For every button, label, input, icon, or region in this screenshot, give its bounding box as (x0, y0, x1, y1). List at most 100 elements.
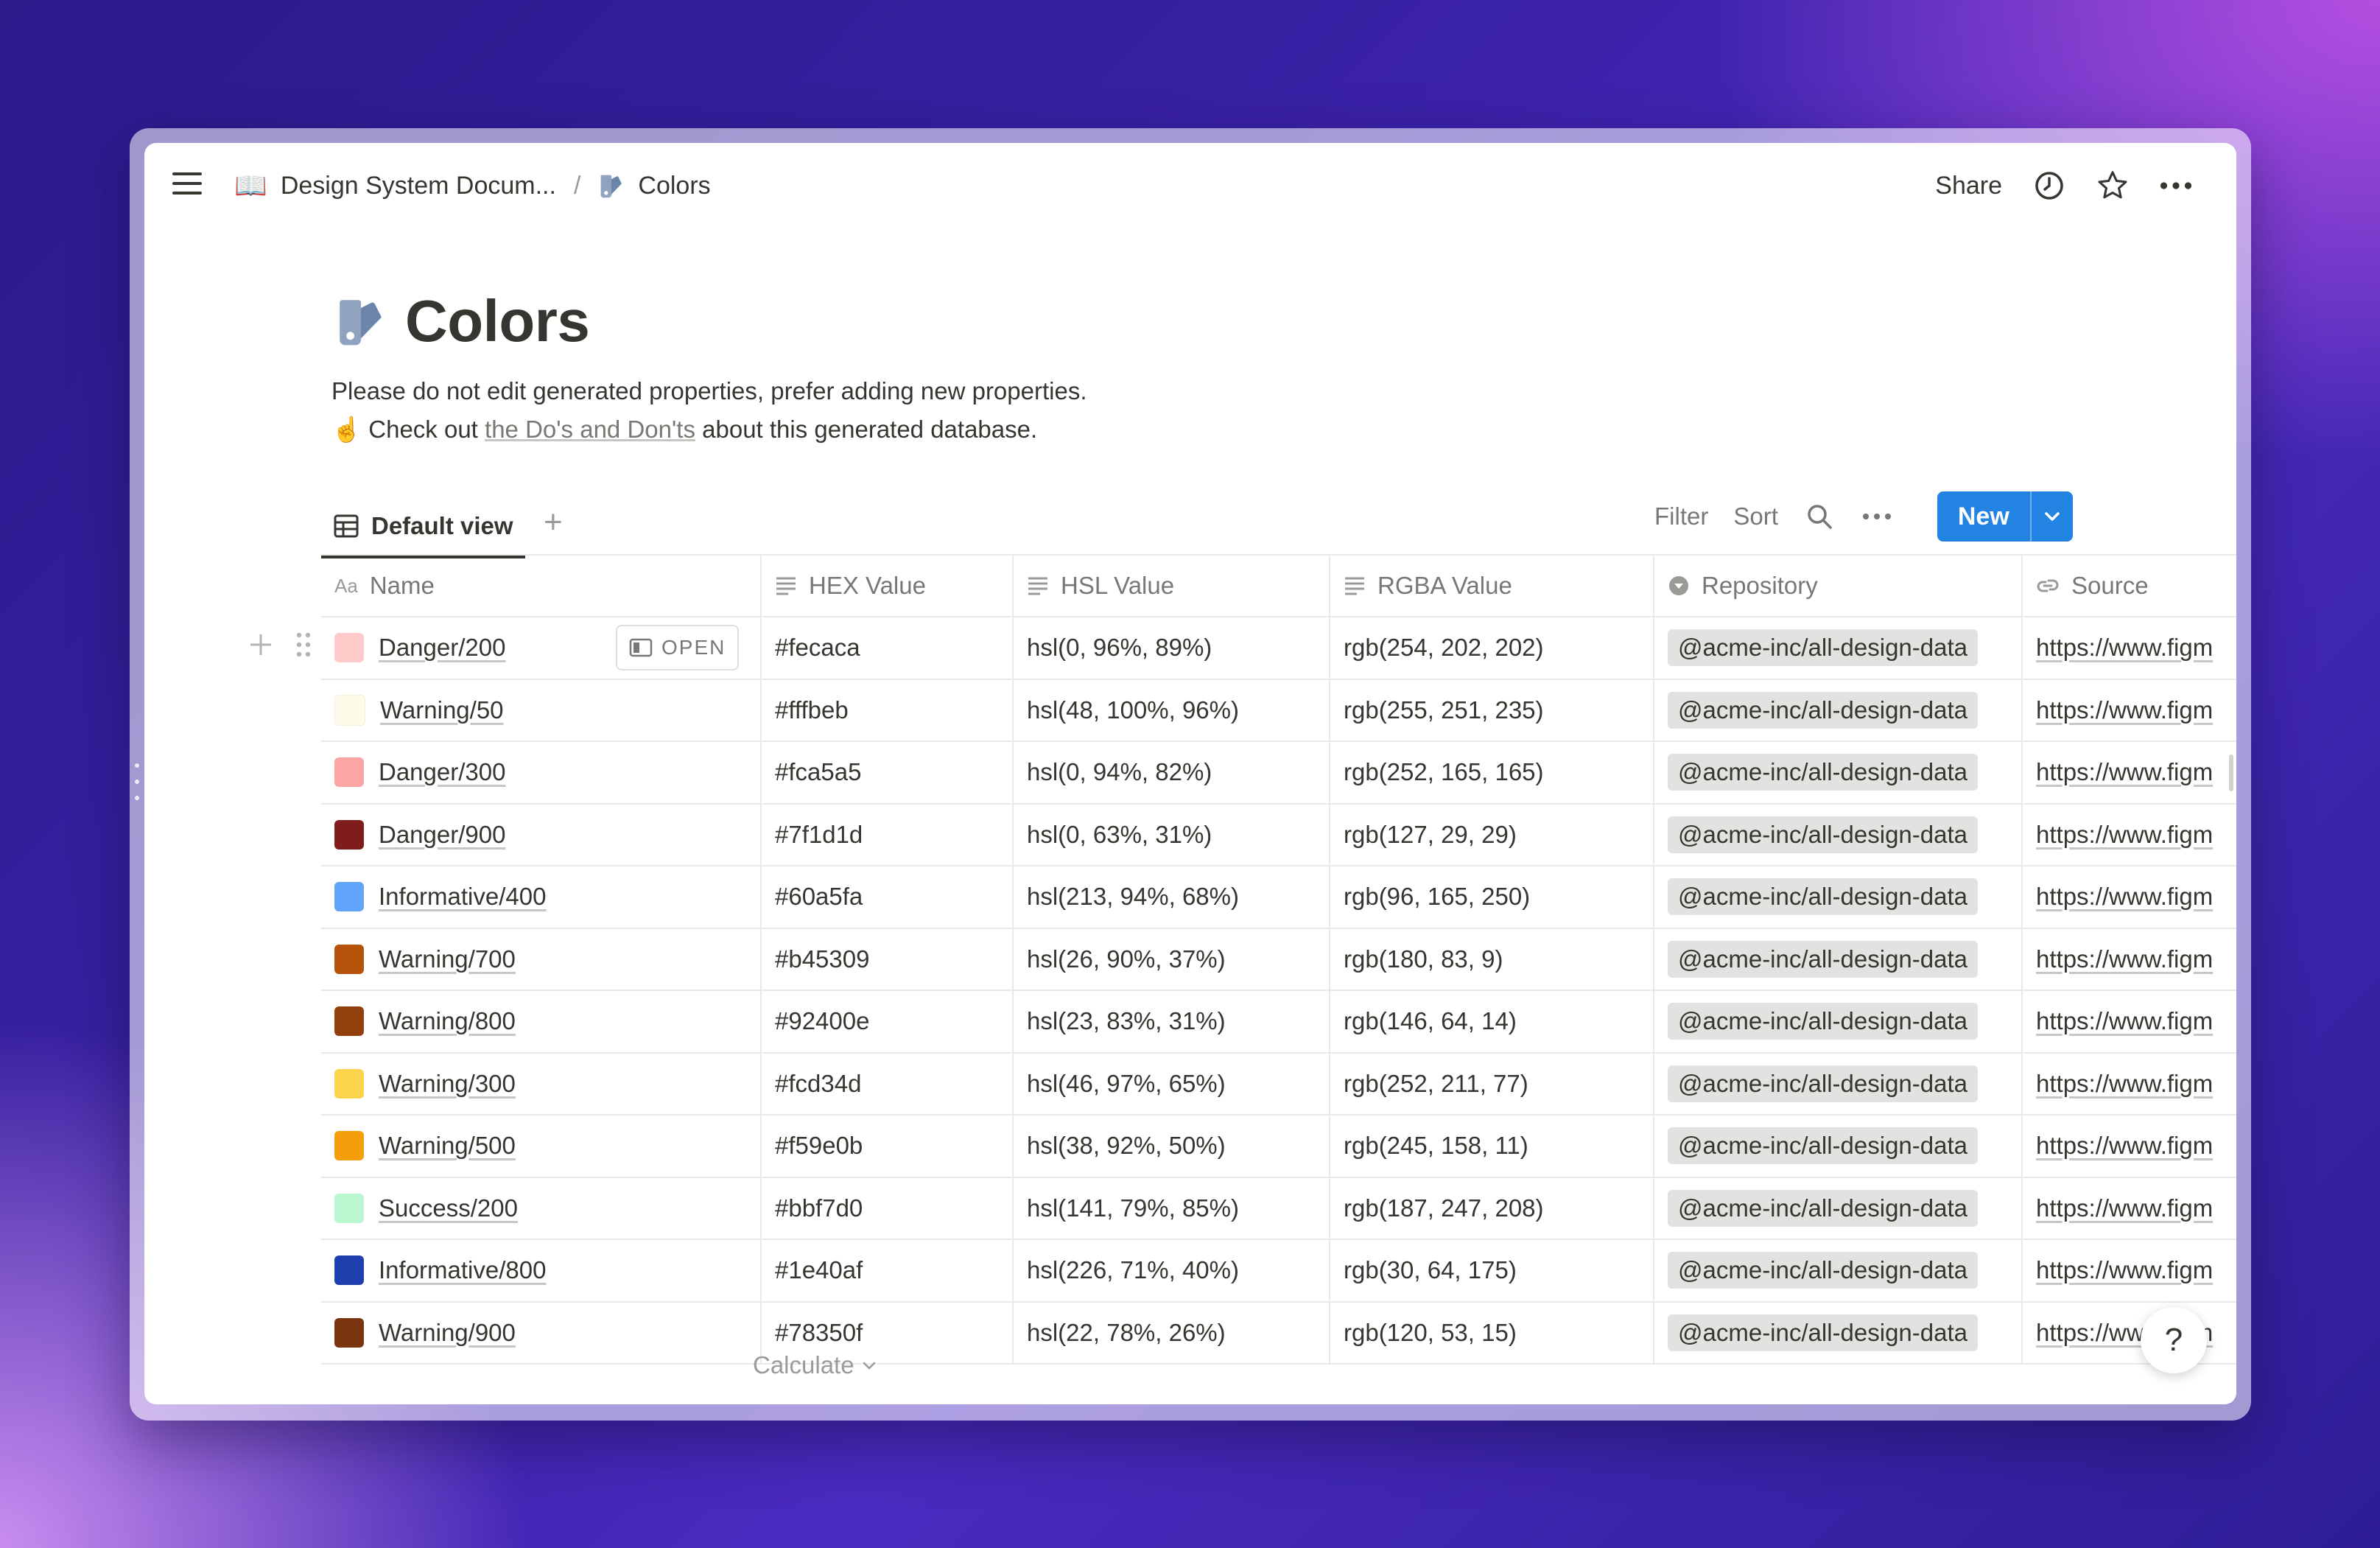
cell-rgba[interactable]: rgb(252, 211, 77) (1330, 1053, 1654, 1114)
cell-rgba[interactable]: rgb(96, 165, 250) (1330, 866, 1654, 928)
table-row[interactable]: Informative/400 #60a5fa hsl(213, 94%, 68%)… (321, 866, 2236, 929)
chevron-down-icon[interactable] (2029, 491, 2073, 542)
cell-hsl[interactable]: hsl(23, 83%, 31%) (1014, 991, 1330, 1052)
cell-name[interactable]: Warning/50 (321, 679, 762, 740)
cell-name[interactable]: Warning/500 (321, 1116, 762, 1177)
table-row[interactable]: Warning/800 #92400e hsl(23, 83%, 31%) rgb(1… (321, 991, 2236, 1054)
table-row[interactable]: Warning/900 #78350f hsl(22, 78%, 26%) rgb(1… (321, 1302, 2236, 1365)
cell-repository[interactable]: @acme-inc/all-design-data (1654, 679, 2023, 740)
breadcrumb-parent[interactable]: 📖 Design System Docum... (234, 170, 556, 201)
cell-hsl[interactable]: hsl(141, 79%, 85%) (1014, 1177, 1330, 1239)
cell-source[interactable]: https://www.figm (2023, 1240, 2236, 1301)
cell-rgba[interactable]: rgb(255, 251, 235) (1330, 679, 1654, 740)
cell-rgba[interactable]: rgb(120, 53, 15) (1330, 1302, 1654, 1363)
cell-rgba[interactable]: rgb(180, 83, 9) (1330, 928, 1654, 990)
cell-hsl[interactable]: hsl(26, 90%, 37%) (1014, 928, 1330, 990)
cell-source[interactable]: https://www.figm (2023, 680, 2236, 741)
table-row[interactable]: Warning/300 #fcd34d hsl(46, 97%, 65%) rgb(2… (321, 1053, 2236, 1116)
cell-hex[interactable]: #fffbeb (762, 679, 1014, 740)
page-icon[interactable] (334, 295, 387, 348)
source-link[interactable]: https://www.figm (2036, 945, 2213, 973)
row-name[interactable]: Warning/300 (379, 1070, 516, 1098)
column-header-repository[interactable]: Repository (1654, 556, 2023, 616)
row-name[interactable]: Success/200 (379, 1194, 518, 1222)
cell-source[interactable]: https://www.figm (2023, 866, 2236, 928)
table-row[interactable]: Warning/50 #fffbeb hsl(48, 100%, 96%) rgb(2… (321, 679, 2236, 742)
cell-rgba[interactable]: rgb(252, 165, 165) (1330, 742, 1654, 803)
cell-hex[interactable]: #1e40af (762, 1240, 1014, 1301)
source-link[interactable]: https://www.figm (2036, 821, 2213, 849)
star-icon[interactable] (2096, 169, 2129, 202)
cell-name[interactable]: Success/200 (321, 1177, 762, 1239)
source-link[interactable]: https://www.figm (2036, 1194, 2213, 1222)
open-button[interactable]: OPEN (616, 625, 740, 670)
calculate-button[interactable]: Calculate (753, 1351, 877, 1379)
table-row[interactable]: Danger/900 #7f1d1d hsl(0, 63%, 31%) rgb(127… (321, 804, 2236, 866)
cell-hsl[interactable]: hsl(0, 96%, 89%) (1014, 617, 1330, 679)
source-link[interactable]: https://www.figm (2036, 1256, 2213, 1284)
column-header-source[interactable]: Source (2023, 556, 2236, 616)
table-row[interactable]: Danger/300 #fca5a5 hsl(0, 94%, 82%) rgb(252… (321, 742, 2236, 805)
cell-name[interactable]: Warning/300 (321, 1053, 762, 1114)
cell-source[interactable]: https://www.figm (2023, 1178, 2236, 1239)
cell-repository[interactable]: @acme-inc/all-design-data (1654, 928, 2023, 990)
sort-button[interactable]: Sort (1733, 502, 1778, 530)
row-name[interactable]: Warning/500 (379, 1132, 516, 1160)
table-row[interactable]: Warning/500 #f59e0b hsl(38, 92%, 50%) rgb(2… (321, 1116, 2236, 1178)
source-link[interactable]: https://www.figm (2036, 1070, 2213, 1098)
cell-hex[interactable]: #fcd34d (762, 1053, 1014, 1114)
table-row[interactable]: Success/200 #bbf7d0 hsl(141, 79%, 85%) rgb(… (321, 1177, 2236, 1240)
row-name[interactable]: Danger/900 (379, 821, 505, 849)
cell-rgba[interactable]: rgb(254, 202, 202) (1330, 617, 1654, 679)
cell-repository[interactable]: @acme-inc/all-design-data (1654, 804, 2023, 865)
cell-hex[interactable]: #f59e0b (762, 1116, 1014, 1177)
row-name[interactable]: Warning/700 (379, 945, 516, 973)
resize-handle[interactable] (133, 763, 141, 800)
column-header-hsl[interactable]: HSL Value (1014, 556, 1330, 616)
cell-name[interactable]: Danger/300 (321, 742, 762, 803)
page-title[interactable]: Colors (405, 287, 590, 355)
more-icon[interactable] (2160, 169, 2192, 202)
cell-repository[interactable]: @acme-inc/all-design-data (1654, 1116, 2023, 1177)
cell-hsl[interactable]: hsl(46, 97%, 65%) (1014, 1053, 1330, 1114)
cell-hsl[interactable]: hsl(0, 94%, 82%) (1014, 742, 1330, 803)
cell-hsl[interactable]: hsl(0, 63%, 31%) (1014, 804, 1330, 865)
cell-name[interactable]: Informative/400 (321, 866, 762, 928)
cell-hex[interactable]: #fca5a5 (762, 742, 1014, 803)
cell-hex[interactable]: #fecaca (762, 617, 1014, 679)
cell-source[interactable]: https://www.figm (2023, 1116, 2236, 1177)
cell-name[interactable]: Warning/700 (321, 928, 762, 990)
table-row[interactable]: Danger/200 #fecaca hsl(0, 96%, 89%) rgb(254… (250, 617, 2236, 680)
cell-repository[interactable]: @acme-inc/all-design-data (1654, 617, 2023, 679)
source-link[interactable]: https://www.figm (2036, 1132, 2213, 1160)
cell-repository[interactable]: @acme-inc/all-design-data (1654, 742, 2023, 803)
cell-source[interactable]: https://www.figm (2023, 1054, 2236, 1115)
cell-source[interactable]: https://www.figm (2023, 929, 2236, 990)
search-icon[interactable] (1803, 500, 1836, 533)
cell-hex[interactable]: #7f1d1d (762, 804, 1014, 865)
column-header-name[interactable]: Aa Name (321, 556, 762, 616)
row-name[interactable]: Warning/800 (379, 1007, 516, 1035)
tab-default-view[interactable]: Default view (321, 497, 525, 558)
source-link[interactable]: https://www.figm (2036, 883, 2213, 911)
cell-repository[interactable]: @acme-inc/all-design-data (1654, 1302, 2023, 1363)
help-button[interactable]: ? (2141, 1307, 2207, 1373)
cell-source[interactable]: https://www.figm (2023, 742, 2236, 803)
clock-icon[interactable] (2033, 169, 2065, 202)
cell-rgba[interactable]: rgb(30, 64, 175) (1330, 1240, 1654, 1301)
row-name[interactable]: Informative/400 (379, 883, 546, 911)
source-link[interactable]: https://www.figm (2036, 634, 2213, 662)
row-name[interactable]: Warning/50 (380, 696, 504, 724)
table-row[interactable]: Warning/700 #b45309 hsl(26, 90%, 37%) rgb(1… (321, 928, 2236, 991)
row-name[interactable]: Warning/900 (379, 1319, 516, 1347)
cell-hex[interactable]: #b45309 (762, 928, 1014, 990)
cell-name[interactable]: Warning/800 (321, 991, 762, 1052)
drag-handle-icon[interactable] (295, 631, 312, 659)
cell-name[interactable]: Danger/900 (321, 804, 762, 865)
column-header-rgba[interactable]: RGBA Value (1330, 556, 1654, 616)
add-view-icon[interactable]: + (544, 504, 563, 541)
cell-rgba[interactable]: rgb(146, 64, 14) (1330, 991, 1654, 1052)
cell-hsl[interactable]: hsl(213, 94%, 68%) (1014, 866, 1330, 928)
cell-rgba[interactable]: rgb(245, 158, 11) (1330, 1116, 1654, 1177)
cell-repository[interactable]: @acme-inc/all-design-data (1654, 1053, 2023, 1114)
